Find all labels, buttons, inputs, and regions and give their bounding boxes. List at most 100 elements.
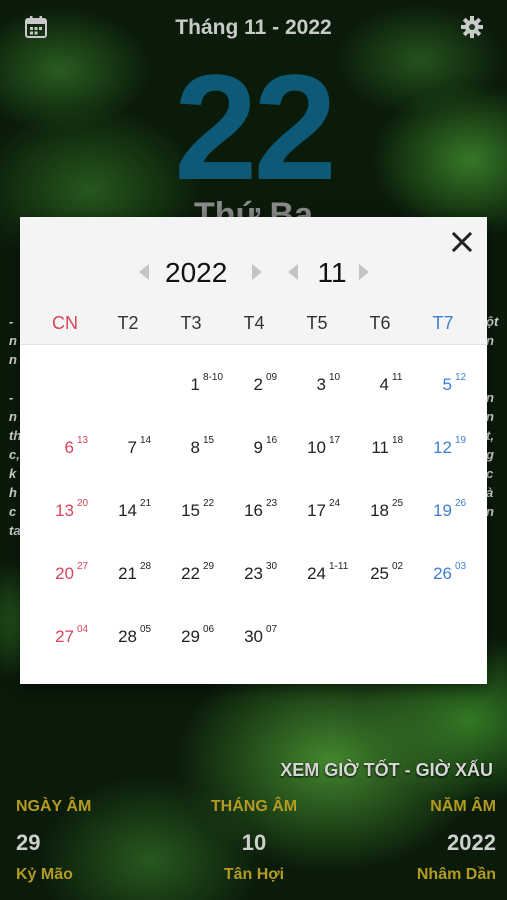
day-cell[interactable]: 6 13 [28,410,94,473]
day-cell[interactable]: 16 23 [217,473,283,536]
solar-day-number: 28 [118,627,137,646]
solar-day-number: 4 [379,375,389,394]
quote-text-right-fragment: ột n n n t, g c à n [486,312,500,540]
day-cell[interactable]: 18 25 [343,473,409,536]
solar-day-number: 12 [433,438,452,457]
lunar-day-number: 07 [266,624,278,635]
quote-fragment: à [486,485,494,500]
day-cell[interactable]: 3 10 [280,347,346,410]
selected-month[interactable]: 11 [312,257,352,289]
lunar-day-number: 25 [392,498,404,509]
lunar-day-name: Kỷ Mão [16,866,73,883]
selected-year[interactable]: 2022 [165,257,245,289]
weekday-header-row: CN T2 T3 T4 T5 T6 T7 [20,313,487,337]
date-picker-dialog: 2022 11 CN T2 T3 T4 T5 T6 T7 1 8-10 2 09 3 10… [20,217,487,684]
previous-year-arrow-icon[interactable] [135,261,153,283]
day-cell[interactable]: 30 07 [217,599,283,662]
solar-day-number: 6 [64,438,74,457]
quote-fragment: n [486,504,494,519]
lunar-day-number: 20 [77,498,89,509]
solar-day-number: 10 [307,438,326,457]
day-cell[interactable]: 25 02 [343,536,409,599]
lunar-day-number: 17 [329,435,341,446]
day-cell[interactable]: 17 24 [280,473,346,536]
gear-icon[interactable] [460,15,484,39]
solar-day-number: 22 [181,564,200,583]
good-bad-hours-link[interactable]: XEM GIỜ TỐT - GIỜ XẤU [280,760,493,781]
day-cell[interactable]: 29 06 [154,599,220,662]
solar-day-number: 21 [118,564,137,583]
solar-day-number: 23 [244,564,263,583]
lunar-day-section: NGÀY ÂM 29 Kỷ Mão [16,798,91,884]
solar-day-number: 15 [181,501,200,520]
day-cell[interactable]: 27 04 [28,599,94,662]
lunar-day-number: 13 [77,435,89,446]
next-month-arrow-icon[interactable] [355,261,373,283]
day-cell[interactable]: 14 21 [91,473,157,536]
solar-day-number: 29 [181,627,200,646]
day-cell[interactable]: 22 29 [154,536,220,599]
solar-day-number: 3 [316,375,326,394]
day-cell[interactable]: 11 18 [343,410,409,473]
lunar-day-number: 02 [392,561,404,572]
lunar-day-number: 23 [266,498,278,509]
lunar-year-label: NĂM ÂM [430,798,496,815]
day-cell[interactable]: 2 09 [217,347,283,410]
weekday-sunday: CN [52,313,78,333]
lunar-year-section: NĂM ÂM 2022 Nhâm Dần [417,798,496,884]
lunar-day-number: 21 [140,498,152,509]
solar-day-number: 13 [55,501,74,520]
solar-day-number: 8 [190,438,200,457]
lunar-day-number: 18 [392,435,404,446]
day-cell[interactable]: 10 17 [280,410,346,473]
date-picker-header: 2022 11 CN T2 T3 T4 T5 T6 T7 [20,217,487,345]
day-cell[interactable]: 15 22 [154,473,220,536]
lunar-year-name: Nhâm Dần [416,866,496,883]
day-cell[interactable]: 21 28 [91,536,157,599]
lunar-day-value: 29 [16,830,41,855]
day-cell[interactable]: 26 03 [406,536,472,599]
lunar-day-number: 30 [266,561,278,572]
solar-day-number: 24 [307,564,326,583]
day-cell[interactable]: 13 20 [28,473,94,536]
day-cell[interactable]: 24 1-11 [280,536,348,599]
lunar-day-number: 26 [455,498,467,509]
lunar-day-number: 05 [140,624,152,635]
day-cell[interactable]: 5 12 [406,347,472,410]
day-cell[interactable]: 12 19 [406,410,472,473]
day-cell[interactable]: 23 30 [217,536,283,599]
lunar-day-number: 24 [329,498,341,509]
weekday-saturday: T7 [432,313,454,333]
solar-day-number: 11 [371,438,389,457]
quote-fragment: c [486,466,494,481]
solar-day-number: 19 [433,501,452,520]
solar-day-number: 30 [244,627,263,646]
day-cell[interactable]: 19 26 [406,473,472,536]
day-cell[interactable]: 7 14 [91,410,157,473]
weekday-wednesday: T4 [243,313,265,333]
current-day-number: 22 [174,43,337,211]
lunar-day-number: 29 [203,561,215,572]
solar-day-number: 16 [244,501,263,520]
quote-fragment: n [486,409,494,424]
solar-day-number: 20 [55,564,74,583]
lunar-day-number: 27 [77,561,89,572]
previous-month-arrow-icon[interactable] [284,261,302,283]
quote-fragment: n [486,390,494,405]
day-cell[interactable]: 1 8-10 [154,347,223,410]
lunar-month-label: THÁNG ÂM [210,798,298,815]
day-cell[interactable]: 4 11 [343,347,409,410]
solar-day-number: 14 [118,501,137,520]
lunar-day-number: 28 [140,561,152,572]
lunar-day-number: 09 [266,372,278,383]
close-icon[interactable] [449,229,475,255]
lunar-month-value: 10 [241,830,267,855]
lunar-month-section: THÁNG ÂM 10 Tân Hợi [190,798,318,884]
lunar-day-number: 10 [329,372,341,383]
day-cell[interactable]: 8 15 [154,410,220,473]
day-cell[interactable]: 28 05 [91,599,157,662]
day-cell[interactable]: 9 16 [217,410,283,473]
next-year-arrow-icon[interactable] [248,261,266,283]
lunar-day-number: 15 [203,435,215,446]
day-cell[interactable]: 20 27 [28,536,94,599]
